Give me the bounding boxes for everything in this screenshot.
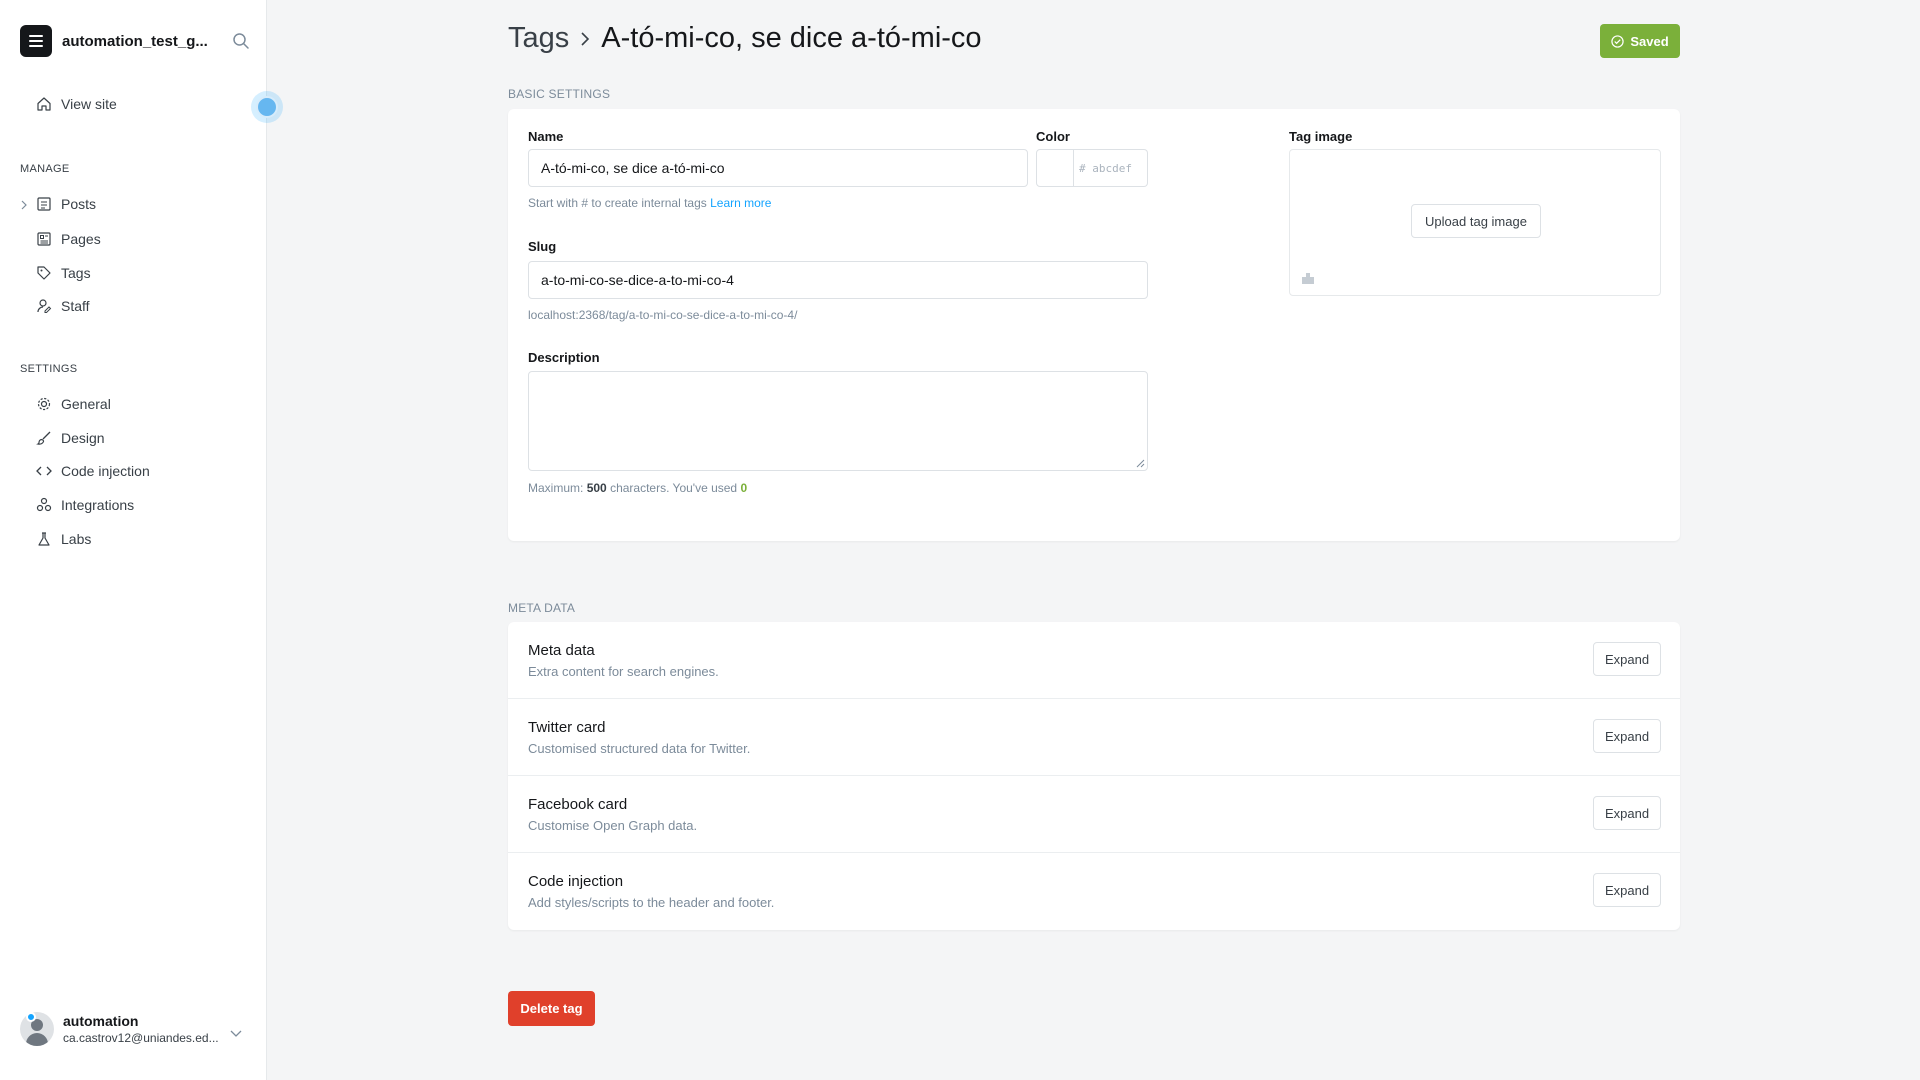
basic-settings-card: Name A-tó-mi-co, se dice a-tó-mi-co Star… [508, 109, 1680, 541]
sidebar: automation_test_g... View site MANAGE Po… [0, 0, 283, 1080]
chevron-down-icon[interactable] [230, 1025, 242, 1043]
expand-twitter-card-button[interactable]: Expand [1593, 719, 1661, 753]
sidebar-item-integrations[interactable]: Integrations [36, 495, 134, 515]
meta-row-desc: Add styles/scripts to the header and foo… [528, 895, 775, 910]
gear-icon [37, 397, 51, 411]
sidebar-item-label: Posts [61, 196, 97, 212]
name-field[interactable]: A-tó-mi-co, se dice a-tó-mi-co [528, 149, 1028, 187]
view-site-label: View site [61, 96, 117, 112]
sidebar-item-design[interactable]: Design [36, 428, 105, 448]
sidebar-item-label: Labs [61, 531, 92, 547]
breadcrumb-tags-link[interactable]: Tags [508, 22, 569, 55]
saved-button[interactable]: Saved [1600, 24, 1680, 58]
settings-heading: SETTINGS [20, 363, 78, 375]
sidebar-item-label: Integrations [61, 497, 135, 513]
meta-row-desc: Extra content for search engines. [528, 664, 719, 679]
max-value: 500 [586, 481, 607, 495]
user-email: ca.castrov12@uniandes.ed... [63, 1031, 219, 1045]
name-label: Name [528, 129, 564, 144]
sidebar-item-tags[interactable]: Tags [36, 263, 91, 283]
meta-data-card: Meta data Extra content for search engin… [508, 622, 1680, 930]
list-item: Meta data Extra content for search engin… [508, 622, 1680, 699]
pages-icon [37, 232, 51, 246]
slug-url: localhost:2368/tag/a-to-mi-co-se-dice-a-… [528, 308, 798, 322]
brush-icon [36, 431, 51, 445]
tag-image-uploader: Upload tag image [1289, 149, 1661, 296]
basic-settings-heading: BASIC SETTINGS [508, 87, 611, 101]
list-item: Twitter card Customised structured data … [508, 699, 1680, 776]
meta-row-title: Twitter card [528, 719, 606, 736]
color-label: Color [1036, 129, 1070, 144]
site-logo-icon [20, 25, 52, 57]
slug-field[interactable]: a-to-mi-co-se-dice-a-to-mi-co-4 [528, 261, 1148, 299]
resize-handle-icon[interactable] [1135, 458, 1145, 468]
chevron-right-icon[interactable] [20, 197, 28, 215]
meta-data-heading: META DATA [508, 601, 576, 615]
upload-tag-image-button[interactable]: Upload tag image [1411, 204, 1541, 238]
image-icon [1302, 273, 1314, 284]
list-item: Code injection Add styles/scripts to the… [508, 853, 1680, 930]
site-brand[interactable]: automation_test_g... [20, 25, 250, 57]
view-site-link[interactable]: View site [36, 96, 117, 112]
sidebar-item-label: Pages [61, 231, 101, 247]
expand-facebook-card-button[interactable]: Expand [1593, 796, 1661, 830]
site-name: automation_test_g... [62, 32, 208, 50]
search-icon[interactable] [232, 32, 250, 55]
user-menu[interactable]: automation ca.castrov12@uniandes.ed... [20, 1012, 250, 1046]
sidebar-item-label: Tags [61, 265, 91, 281]
sidebar-item-posts[interactable]: Posts [36, 194, 96, 214]
color-field[interactable]: # abcdef [1073, 149, 1148, 187]
sidebar-item-label: General [61, 396, 111, 412]
user-status-badge [26, 1012, 36, 1022]
slug-label: Slug [528, 239, 557, 254]
expand-code-injection-button[interactable]: Expand [1593, 873, 1661, 907]
meta-row-desc: Customise Open Graph data. [528, 818, 698, 833]
check-circle-icon [1611, 34, 1625, 48]
used-count: 0 [740, 481, 748, 495]
meta-row-desc: Customised structured data for Twitter. [528, 741, 751, 756]
tag-icon [37, 266, 51, 280]
manage-heading: MANAGE [20, 163, 70, 175]
name-hint: Start with # to create internal tags Lea… [528, 196, 771, 210]
notification-pulse-indicator[interactable] [251, 91, 283, 123]
meta-row-title: Meta data [528, 642, 595, 659]
description-field[interactable] [528, 371, 1148, 471]
user-name: automation [63, 1013, 139, 1029]
saved-label: Saved [1630, 33, 1669, 49]
name-hint-text: Start with # to create internal tags [528, 196, 707, 210]
max-suffix: characters. You've used [610, 481, 738, 495]
sidebar-item-pages[interactable]: Pages [36, 229, 101, 249]
home-icon [37, 97, 51, 111]
list-item: Facebook card Customise Open Graph data.… [508, 776, 1680, 853]
flask-icon [38, 532, 50, 546]
max-prefix: Maximum: [528, 481, 584, 495]
sidebar-item-label: Design [61, 430, 105, 446]
meta-row-title: Facebook card [528, 796, 628, 813]
tag-image-label: Tag image [1289, 129, 1353, 144]
description-count: Maximum: 500 characters. You've used 0 [528, 481, 747, 495]
expand-meta-data-button[interactable]: Expand [1593, 642, 1661, 676]
posts-icon [37, 197, 51, 211]
breadcrumb: Tags A-tó-mi-co, se dice a-tó-mi-co [508, 22, 982, 55]
sidebar-item-general[interactable]: General [36, 394, 111, 414]
color-swatch[interactable] [1036, 149, 1074, 187]
delete-tag-button[interactable]: Delete tag [508, 991, 595, 1026]
code-icon [36, 466, 52, 476]
learn-more-link[interactable]: Learn more [710, 196, 771, 210]
integrations-icon [36, 497, 52, 512]
sidebar-item-label: Code injection [61, 463, 150, 479]
chevron-right-icon [581, 31, 590, 46]
page-title: A-tó-mi-co, se dice a-tó-mi-co [601, 22, 982, 54]
sidebar-item-labs[interactable]: Labs [36, 529, 91, 549]
meta-row-title: Code injection [528, 873, 624, 890]
sidebar-item-code-injection[interactable]: Code injection [36, 461, 150, 481]
staff-icon [37, 299, 52, 313]
sidebar-item-label: Staff [61, 298, 90, 314]
description-label: Description [528, 350, 600, 365]
sidebar-item-staff[interactable]: Staff [36, 296, 90, 316]
